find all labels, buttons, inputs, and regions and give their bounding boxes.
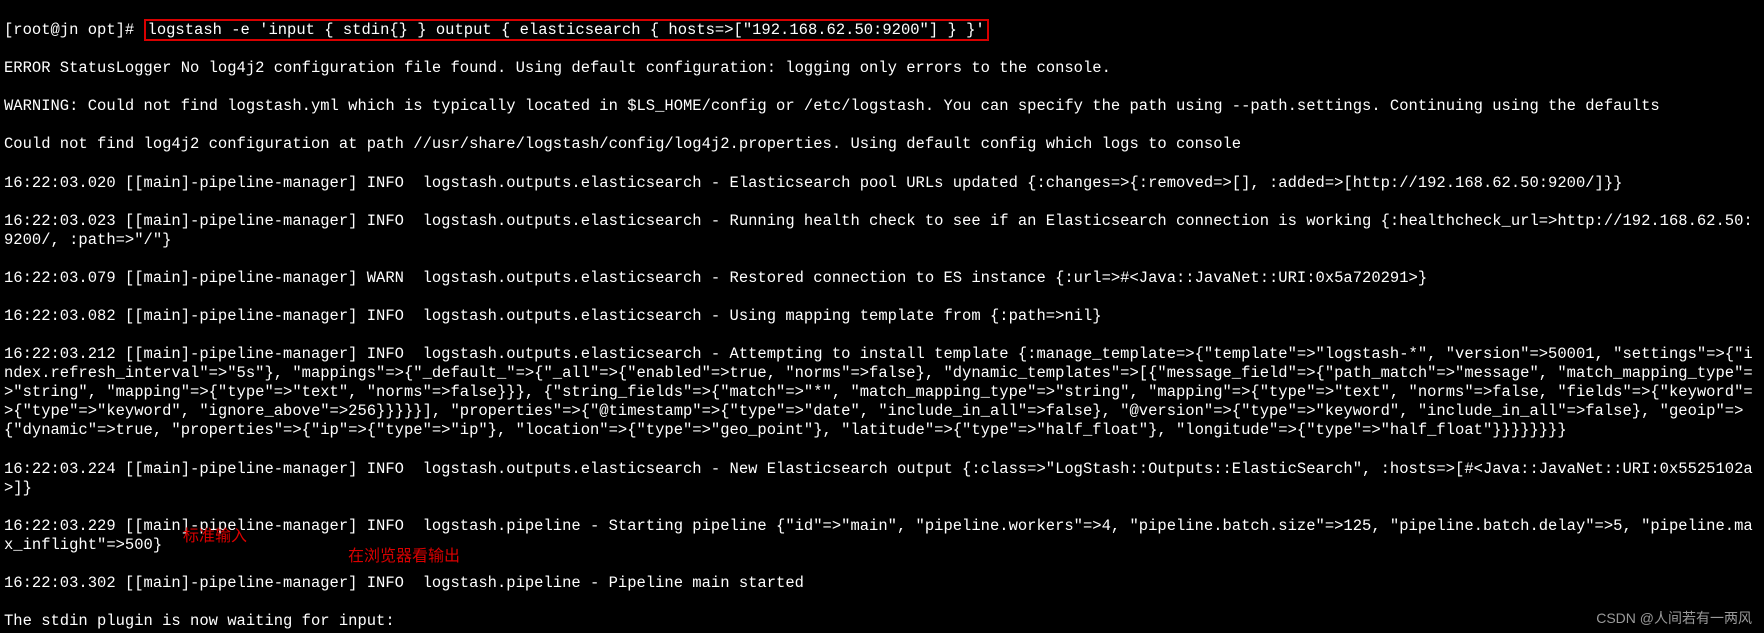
command-text: logstash -e 'input { stdin{} } output { … [148,21,985,39]
log-line: 16:22:03.229 [[main]-pipeline-manager] I… [4,517,1760,555]
log-line: ERROR StatusLogger No log4j2 configurati… [4,59,1760,78]
log-line: WARNING: Could not find logstash.yml whi… [4,97,1760,116]
log-line: 16:22:03.023 [[main]-pipeline-manager] I… [4,212,1760,250]
command-highlight: logstash -e 'input { stdin{} } output { … [144,19,989,41]
shell-prompt: [root@jn opt]# [4,21,144,39]
log-line: The stdin plugin is now waiting for inpu… [4,612,1760,631]
log-line: 16:22:03.224 [[main]-pipeline-manager] I… [4,460,1760,498]
log-line: 16:22:03.079 [[main]-pipeline-manager] W… [4,269,1760,288]
watermark-text: CSDN @人间若有一两风 [1596,610,1752,627]
annotation-stdin: 标准输入 [183,527,247,547]
annotation-browser: 在浏览器看输出 [348,547,460,567]
log-line: 16:22:03.082 [[main]-pipeline-manager] I… [4,307,1760,326]
log-line: 16:22:03.212 [[main]-pipeline-manager] I… [4,345,1760,440]
log-line: Could not find log4j2 configuration at p… [4,135,1760,154]
log-line: 16:22:03.020 [[main]-pipeline-manager] I… [4,174,1760,193]
terminal-output[interactable]: [root@jn opt]# logstash -e 'input { stdi… [0,0,1764,633]
log-line: 16:22:03.302 [[main]-pipeline-manager] I… [4,574,1760,593]
